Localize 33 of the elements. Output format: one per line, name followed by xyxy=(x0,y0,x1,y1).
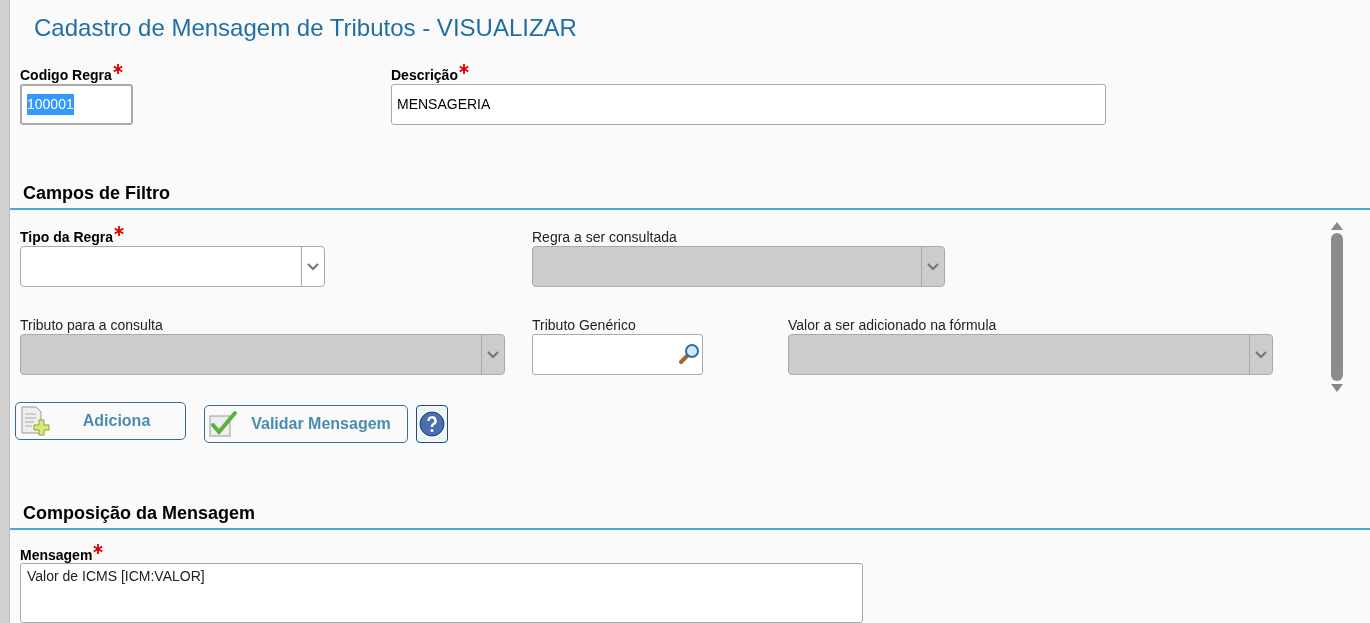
search-icon[interactable] xyxy=(678,343,700,366)
scroll-up-icon[interactable] xyxy=(1331,221,1343,230)
section-title: Campos de Filtro xyxy=(23,182,170,203)
field-label: Tributo Genérico xyxy=(532,317,636,332)
text-field[interactable]: 100001 xyxy=(20,84,133,126)
field-label: Mensagem xyxy=(20,548,93,562)
field-value: Valor de ICMS [ICM:VALOR] xyxy=(27,568,205,584)
checkmark-icon xyxy=(208,409,238,438)
field-label: Tributo para a consulta xyxy=(20,317,163,332)
chevron-down-icon xyxy=(306,261,320,271)
field-value: 100001 xyxy=(27,94,74,116)
scrollbar[interactable] xyxy=(1330,221,1344,392)
help-button[interactable] xyxy=(416,404,448,443)
text-field[interactable]: MENSAGERIA xyxy=(391,84,1106,126)
field-label: Descrição xyxy=(391,68,458,83)
add-button[interactable]: Adiciona xyxy=(15,401,186,440)
field-label: Valor a ser adicionado na fórmula xyxy=(788,317,997,332)
search-field[interactable] xyxy=(532,333,703,375)
select-field[interactable] xyxy=(20,245,325,287)
chevron-down-icon xyxy=(1254,349,1268,359)
add-document-icon xyxy=(19,404,51,437)
scroll-down-icon[interactable] xyxy=(1331,383,1343,392)
validate-button[interactable]: Validar Mensagem xyxy=(204,404,408,443)
field-label: Tipo da Regra xyxy=(20,229,114,244)
chevron-down-icon xyxy=(486,349,500,359)
help-icon xyxy=(419,410,445,437)
field-label: Codigo Regra xyxy=(20,68,112,83)
section-title: Composição da Mensagem xyxy=(23,503,256,523)
chevron-down-icon xyxy=(926,261,940,271)
field-label: Regra a ser consultada xyxy=(532,229,677,244)
message-textarea[interactable]: Valor de ICMS [ICM:VALOR] xyxy=(20,563,863,623)
page-title: Cadastro de Mensagem de Tributos - VISUALIZAR xyxy=(34,14,577,41)
field-value: MENSAGERIA xyxy=(397,95,491,115)
